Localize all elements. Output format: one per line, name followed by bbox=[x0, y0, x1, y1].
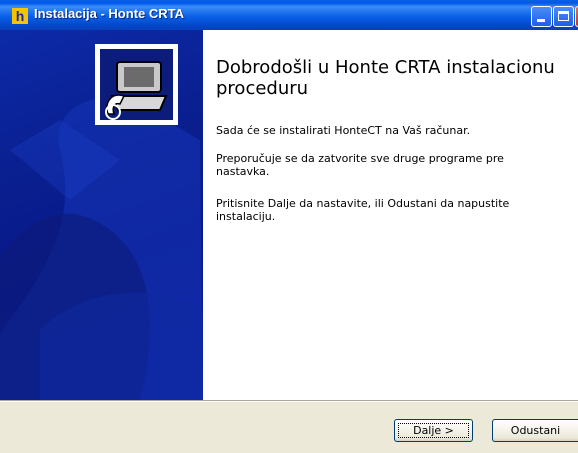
welcome-panel: Dobrodošli u Honte CRTA instalacionu pro… bbox=[203, 30, 578, 400]
welcome-heading: Dobrodošli u Honte CRTA instalacionu pro… bbox=[216, 57, 555, 99]
maximize-button[interactable] bbox=[553, 6, 574, 27]
window-title: Instalacija - Honte CRTA bbox=[34, 6, 185, 21]
welcome-text-install: Sada će se instalirati HonteCT na Vaš ra… bbox=[216, 124, 471, 137]
wizard-footer: Dalje > Odustani bbox=[0, 402, 578, 453]
cancel-button[interactable]: Odustani bbox=[492, 419, 578, 442]
welcome-text-recommend: Preporučuje se da zatvorite sve druge pr… bbox=[216, 152, 504, 178]
cancel-button-label: Odustani bbox=[510, 424, 561, 437]
installer-window: h Instalacija - Honte CRTA × bbox=[0, 0, 578, 453]
wizard-side-banner bbox=[0, 30, 203, 400]
title-bar[interactable]: h Instalacija - Honte CRTA × bbox=[0, 0, 578, 30]
maximize-icon bbox=[558, 11, 569, 21]
banner-artwork bbox=[0, 44, 203, 400]
minimize-button[interactable] bbox=[531, 6, 552, 27]
minimize-icon bbox=[537, 19, 545, 22]
app-icon: h bbox=[12, 8, 28, 24]
welcome-text-instructions: Pritisnite Dalje da nastavite, ili Odust… bbox=[216, 197, 510, 223]
next-button[interactable]: Dalje > bbox=[394, 419, 473, 442]
app-icon-letter: h bbox=[12, 8, 28, 24]
next-button-label: Dalje > bbox=[413, 424, 454, 437]
